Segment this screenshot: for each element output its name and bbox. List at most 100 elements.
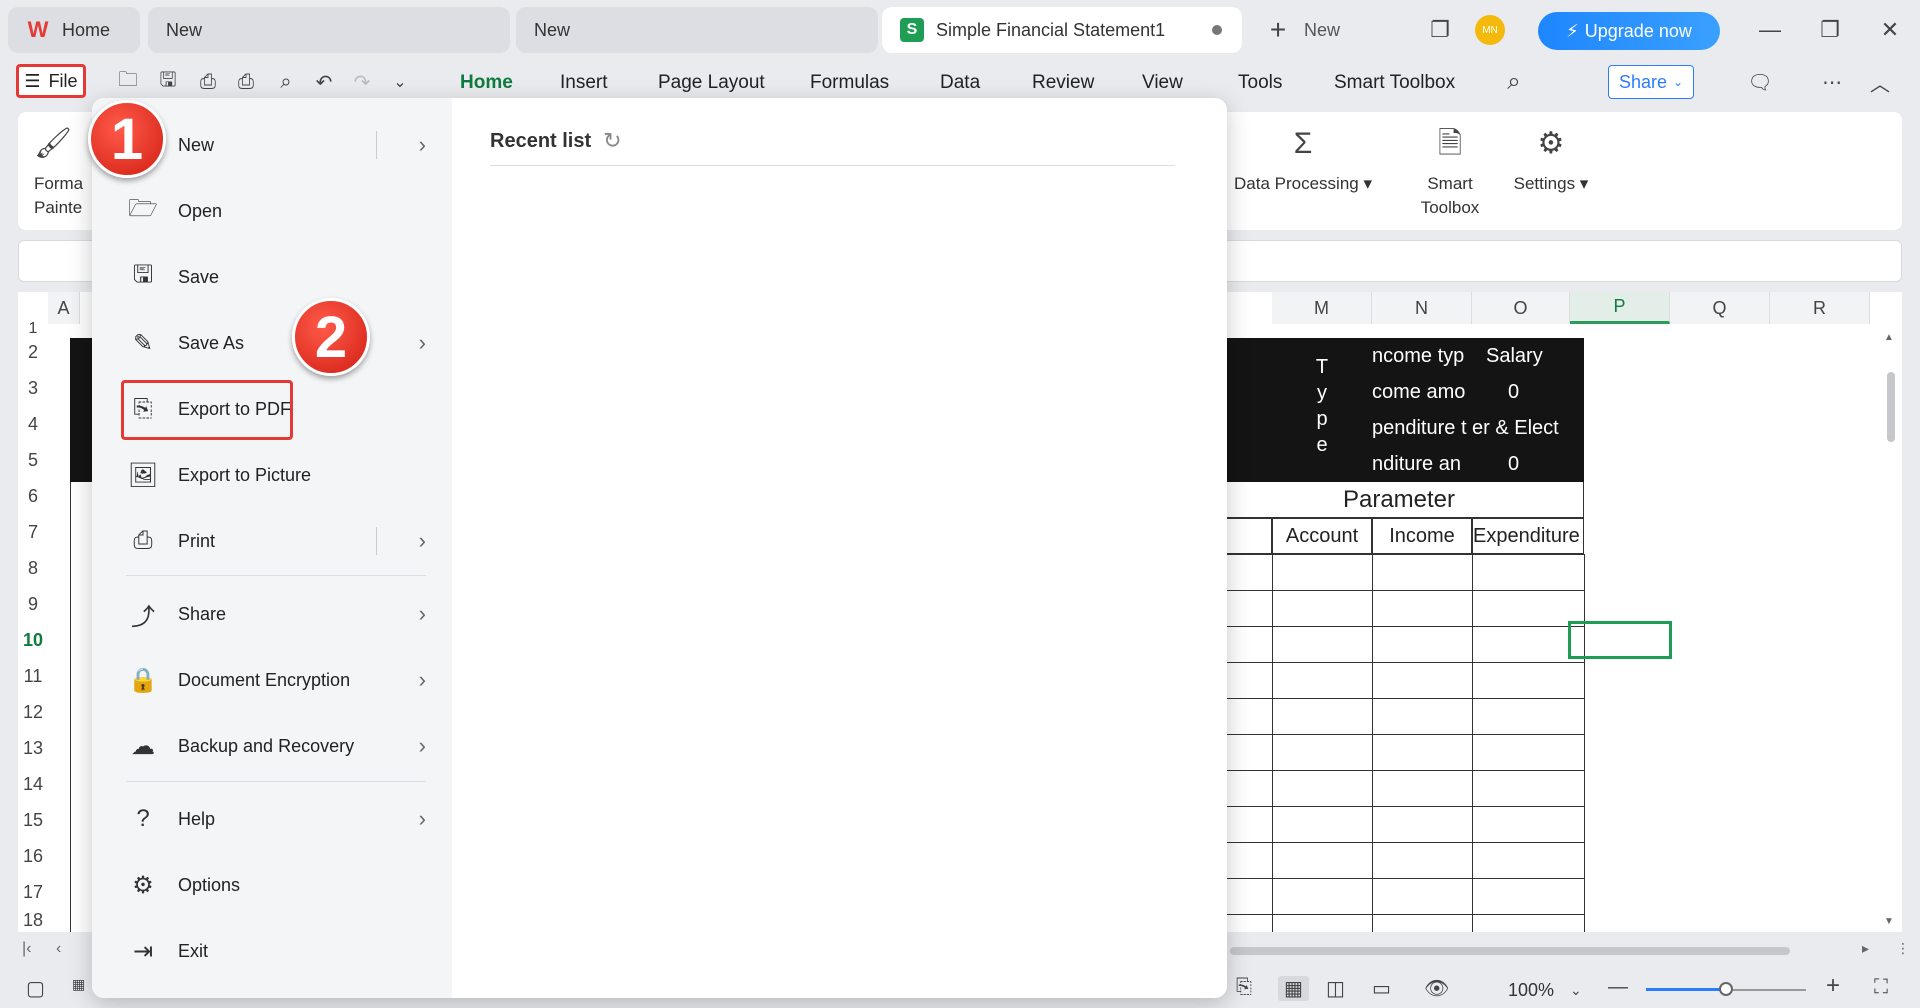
menu-formulas[interactable]: Formulas [810,72,889,94]
open-folder-icon[interactable]: 🗀 [114,68,142,96]
fullscreen-icon[interactable]: ⛶ [1874,976,1888,999]
sheet-status-icon[interactable]: ▢ [26,976,45,1001]
row-header[interactable]: 4 [18,406,48,442]
chevron-right-icon[interactable]: › [419,733,426,759]
menu-page-layout[interactable]: Page Layout [658,72,765,94]
search-icon[interactable]: ⌕ [1500,68,1528,96]
settings-button[interactable]: ⚙ Settings ▾ [1496,129,1606,196]
row-header[interactable]: 1 [18,320,48,337]
chevron-right-icon[interactable]: › [419,667,426,693]
file-menu-exit[interactable]: ⇥ Exit [126,926,426,976]
first-sheet-icon[interactable]: |‹ [22,940,31,958]
row-header[interactable]: 3 [18,370,48,406]
file-menu-save-as[interactable]: ✎ Save As › [126,318,426,368]
file-menu-backup-recovery[interactable]: ☁ Backup and Recovery › [126,721,426,771]
row-header[interactable]: 6 [18,478,48,514]
account-header[interactable]: Account [1272,518,1372,554]
export-pdf-icon[interactable]: ⎙ [194,68,222,96]
data-processing-button[interactable]: Σ Data Processing ▾ [1218,129,1388,196]
income-header[interactable]: Income [1372,518,1472,554]
redo-icon[interactable]: ↷ [348,68,376,96]
chevron-right-icon[interactable]: › [419,601,426,627]
vba-icon[interactable]: ▦ [72,976,85,993]
menu-insert[interactable]: Insert [560,72,608,94]
parameter-cell[interactable]: Parameter [1214,482,1584,518]
row-header[interactable]: 5 [18,442,48,478]
collapse-ribbon-icon[interactable]: ︿ [1866,68,1894,96]
zoom-out-icon[interactable]: — [1608,976,1628,999]
new-tab-plus-icon[interactable]: + [1262,14,1294,46]
row-header[interactable]: 13 [18,730,48,766]
refresh-icon[interactable]: ↻ [603,128,621,154]
print-icon[interactable]: ⎙ [232,68,260,96]
quick-access-dropdown-icon[interactable]: ⌄ [386,68,414,96]
zoom-level[interactable]: 100% [1508,980,1554,1001]
data-table-body[interactable] [1214,554,1584,932]
row-header[interactable]: 17 [18,874,48,910]
column-header-p[interactable]: P [1570,292,1670,324]
file-menu-help[interactable]: ? Help › [126,794,426,844]
vertical-scrollbar[interactable]: ▲ ▼ [1884,332,1898,932]
upgrade-button[interactable]: ⚡ Upgrade now [1538,12,1720,50]
chevron-right-icon[interactable]: › [419,806,426,832]
eye-protection-icon[interactable]: 👁 [1424,976,1449,1001]
scroll-up-icon[interactable]: ▲ [1884,332,1894,343]
file-menu-new[interactable]: 🗋 New › [126,120,426,170]
scroll-right-icon[interactable]: ▸ [1862,940,1869,957]
scroll-down-icon[interactable]: ▼ [1884,916,1894,927]
print-preview-icon[interactable]: ⌕ [272,68,300,96]
tab-spreadsheet[interactable]: S Simple Financial Statement1 [882,7,1242,53]
expenditure-header[interactable]: Expenditure [1472,518,1584,554]
column-header-q[interactable]: Q [1670,292,1770,324]
column-header-n[interactable]: N [1372,292,1472,324]
zoom-in-icon[interactable]: + [1826,972,1840,1000]
tab-new-1[interactable]: New [148,7,510,53]
file-menu-document-encryption[interactable]: 🔒 Document Encryption › [126,655,426,705]
menu-home[interactable]: Home [460,72,513,94]
menu-review[interactable]: Review [1032,72,1094,94]
normal-view-icon[interactable]: ▦ [1278,976,1309,1001]
prev-sheet-icon[interactable]: ‹ [56,940,61,958]
menu-data[interactable]: Data [940,72,980,94]
row-header[interactable]: 2 [18,334,48,370]
tab-unsaved-dot-icon[interactable] [1212,25,1222,35]
row-header[interactable]: 9 [18,586,48,622]
minimize-icon[interactable]: — [1754,14,1786,46]
file-menu-share[interactable]: ⤴ Share › [126,589,426,639]
row-header[interactable]: 14 [18,766,48,802]
zoom-dropdown-icon[interactable]: ⌄ [1570,982,1582,999]
chevron-right-icon[interactable]: › [419,132,426,158]
split-view-icon[interactable]: ◫ [1326,976,1345,1001]
menu-tools[interactable]: Tools [1238,72,1282,94]
undo-icon[interactable]: ↶ [310,68,338,96]
row-header[interactable]: 7 [18,514,48,550]
column-header-a[interactable]: A [48,292,80,324]
tab-home[interactable]: W Home [8,7,140,53]
close-window-icon[interactable]: ✕ [1874,14,1906,46]
file-menu-options[interactable]: ⚙ Options [126,860,426,910]
avatar[interactable]: MN [1475,15,1505,45]
file-menu-open[interactable]: 🗁 Open [126,186,426,236]
share-button[interactable]: Share ⌄ [1608,65,1694,99]
chevron-right-icon[interactable]: › [419,330,426,356]
page-view-icon[interactable]: ▭ [1372,976,1391,1001]
save-icon[interactable]: 🖫 [154,68,182,96]
more-options-icon[interactable]: ⋯ [1818,68,1846,96]
window-tabs-icon[interactable]: ❐ [1424,14,1456,46]
file-menu-save[interactable]: 🖫 Save [126,252,426,302]
row-header[interactable]: 15 [18,802,48,838]
new-tab-label[interactable]: New [1304,20,1340,41]
row-header[interactable]: 11 [18,658,48,694]
restore-icon[interactable]: ❐ [1814,14,1846,46]
zoom-slider-thumb[interactable] [1719,982,1733,996]
horizontal-scroll-thumb[interactable] [1230,947,1790,955]
column-header-m[interactable]: M [1272,292,1372,324]
column-header-r[interactable]: R [1770,292,1870,324]
row-header[interactable]: 16 [18,838,48,874]
row-header[interactable]: 18 [18,910,48,932]
file-menu-print[interactable]: ⎙ Print › [126,516,426,566]
scroll-end-icon[interactable]: ⋮ [1896,940,1910,957]
chevron-right-icon[interactable]: › [419,528,426,554]
row-header[interactable]: 12 [18,694,48,730]
menu-smart-toolbox[interactable]: Smart Toolbox [1334,72,1455,94]
